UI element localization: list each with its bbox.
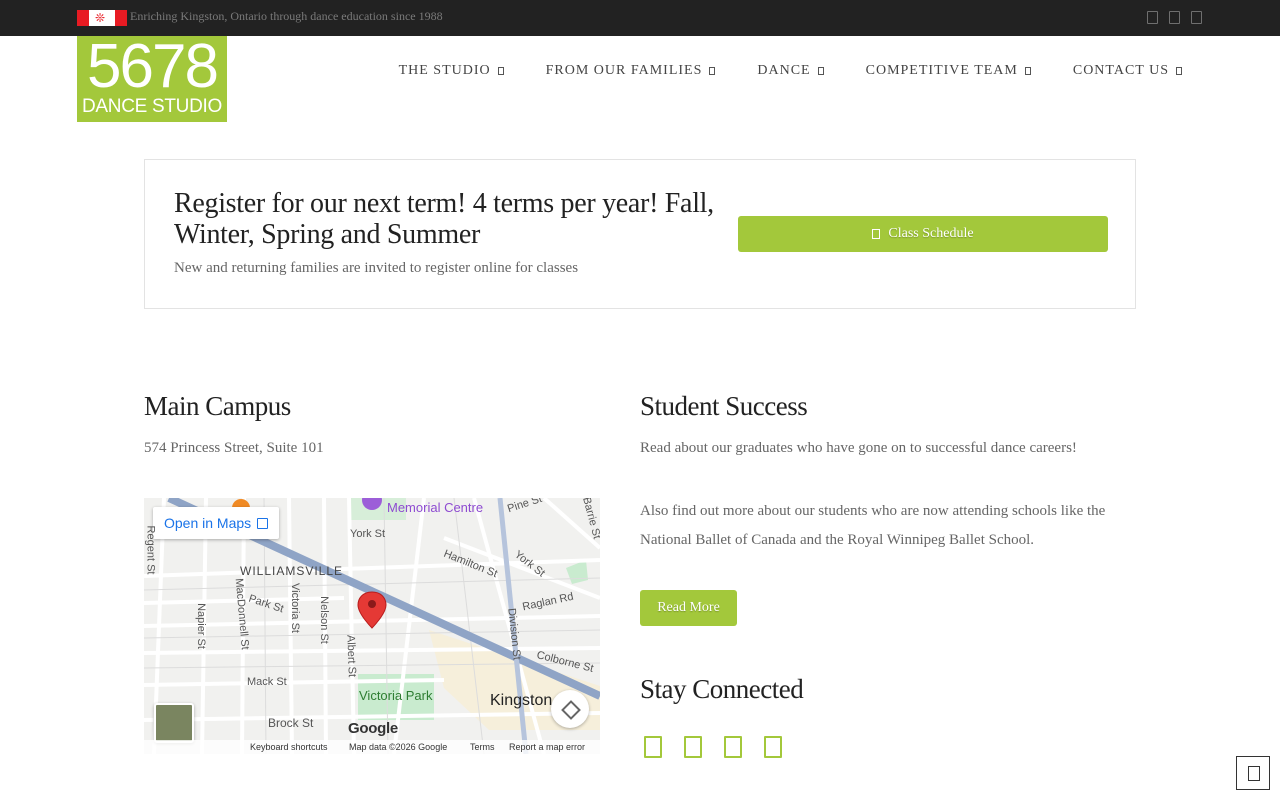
nav-item-contact-us[interactable]: CONTACT US [1073,63,1182,79]
nav-item-dance[interactable]: DANCE [757,63,824,79]
top-bar: ❊ Enriching Kingston, Ontario through da… [0,0,1280,36]
calendar-icon [872,229,881,239]
youtube-icon[interactable] [764,736,782,758]
twitter-icon[interactable] [684,736,702,758]
report-map-error-link[interactable]: Report a map error [509,742,585,752]
map-label-albert-st: Albert St [344,634,358,678]
open-in-maps-button[interactable]: Open in Maps [153,507,280,539]
keyboard-shortcuts-link[interactable]: Keyboard shortcuts [250,742,328,752]
twitter-icon[interactable] [1169,11,1180,24]
student-success-para-2: Also find out more about our students wh… [640,503,1106,548]
nav-item-label: FROM OUR FAMILIES [545,63,703,78]
map-label-williamsville: WILLIAMSVILLE [240,564,344,578]
site-logo[interactable]: 5678 DANCE STUDIO [77,36,227,122]
map-label-regent-st: Regent St [144,525,157,575]
register-callout: Register for our next term! 4 terms per … [144,159,1136,309]
register-subtext: New and returning families are invited t… [174,260,579,276]
external-link-icon [257,517,269,529]
map-label-brock-st: Brock St [268,716,314,730]
chevron-down-icon [709,67,716,75]
chevron-down-icon [497,67,504,75]
map-label-napier-st: Napier St [194,603,207,649]
nav-item-competitive-team[interactable]: COMPETITIVE TEAM [866,63,1031,79]
map-label-kingston: Kingston [490,692,553,709]
map-label-memorial-centre: Memorial Centre [387,500,484,515]
map-label-victoria-park: Victoria Park [359,688,433,703]
open-maps-label: Open in Maps [164,515,252,531]
canada-flag-icon: ❊ [77,10,127,26]
campus-address: 574 Princess Street, Suite 101 [144,440,324,456]
tagline: Enriching Kingston, Ontario through danc… [130,9,443,23]
instagram-icon[interactable] [1191,11,1202,24]
chevron-down-icon [1024,67,1031,75]
facebook-icon[interactable] [1147,11,1158,24]
terms-link[interactable]: Terms [470,742,495,752]
map-label-victoria-st: Victoria St [288,583,301,633]
chevron-down-icon [1176,67,1182,75]
campus-map[interactable]: Open in Maps Memorial Centre Pine St Bar… [144,498,600,754]
instagram-icon[interactable] [724,736,742,758]
register-heading: Register for our next term! 4 terms per … [174,188,714,250]
nav-item-from-our-families[interactable]: FROM OUR FAMILIES [546,63,716,79]
nav-item-label: COMPETITIVE TEAM [865,63,1018,78]
map-label-nelson-st: Nelson St [317,596,330,644]
map-data-text: Map data ©2026 Google [349,742,448,752]
nav-item-label: CONTACT US [1072,63,1169,78]
logo-number: 5678 [87,32,219,101]
map-fullscreen-button[interactable] [551,690,589,728]
scroll-to-top-button[interactable] [1236,756,1270,790]
main-campus-title: Main Campus [144,391,291,421]
student-success-para-1: Read about our graduates who have gone o… [640,440,1077,456]
stay-connected-social-links [644,736,782,758]
student-success-title: Student Success [640,391,808,421]
stay-connected-title: Stay Connected [640,674,804,704]
top-social-links [1147,11,1202,24]
nav-item-label: DANCE [757,63,811,78]
logo-subtitle: DANCE STUDIO [82,96,222,117]
main-nav: THE STUDIO FROM OUR FAMILIES DANCE COMPE… [357,63,1182,79]
google-logo: Google [348,720,398,737]
nav-item-the-studio[interactable]: THE STUDIO [399,63,504,79]
map-footer: Keyboard shortcuts Map data ©2026 Google… [144,740,600,754]
class-schedule-label: Class Schedule [888,226,974,241]
map-label-mack-st: Mack St [247,676,287,688]
class-schedule-button[interactable]: Class Schedule [738,216,1108,252]
satellite-toggle-button[interactable] [154,703,194,743]
chevron-down-icon [817,67,824,75]
facebook-icon[interactable] [644,736,662,758]
read-more-button[interactable]: Read More [640,590,737,626]
map-label-york-st: York St [350,528,386,540]
nav-item-label: THE STUDIO [398,63,491,78]
